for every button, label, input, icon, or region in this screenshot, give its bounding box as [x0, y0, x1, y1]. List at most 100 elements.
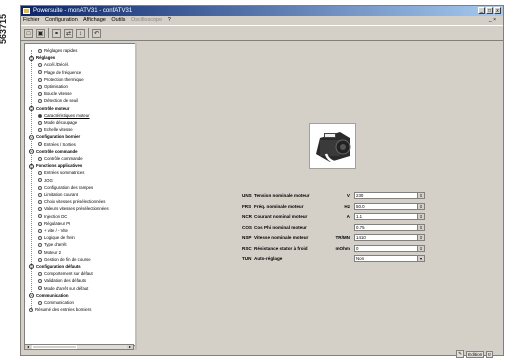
tree-item[interactable]: Echelle vitesse	[38, 126, 73, 133]
radio-node-icon	[38, 250, 42, 255]
tree-item[interactable]: Mode découpage	[38, 119, 77, 126]
scroll-left-arrow-icon[interactable]: ◂	[25, 345, 31, 349]
menu-affichage[interactable]: Affichage	[83, 17, 106, 23]
edit-mode-indicator[interactable]: ✎ Edition tr	[456, 350, 493, 358]
menu-fichier[interactable]: Fichier	[23, 17, 40, 23]
maximize-button[interactable]: □	[486, 7, 493, 14]
tree-item[interactable]: Contrôle commande	[38, 155, 83, 162]
tree-item-label: Validation des défauts	[44, 278, 86, 284]
menu-help[interactable]: ?	[168, 17, 171, 23]
tree-item[interactable]: Logique de frein	[38, 234, 75, 241]
spin-arrows-icon[interactable]: ⇕	[417, 224, 424, 230]
parameter-value-field[interactable]: 0.75 ⇕	[354, 223, 425, 231]
tree-item[interactable]: Comportement sur défaut	[38, 270, 93, 277]
menu-oscilloscope[interactable]: Oscilloscope	[131, 17, 162, 23]
parameter-select[interactable]: Non ▾	[354, 255, 425, 262]
tree-item[interactable]: + vite / - Vite	[38, 227, 68, 234]
parameter-value-field[interactable]: 0 ⇕	[354, 244, 425, 252]
open-icon[interactable]: ▣	[36, 28, 45, 38]
tree-group[interactable]: Fonctions applicatives	[29, 162, 82, 169]
parameter-value: 50.0	[356, 203, 365, 209]
tree-item[interactable]: Injection DC	[38, 213, 67, 220]
parameter-value: Non	[356, 256, 365, 261]
close-button[interactable]: x	[494, 7, 501, 14]
radio-node-icon	[38, 185, 42, 190]
tree-item[interactable]: Réglages rapides	[38, 47, 77, 54]
parameter-value-field[interactable]: 1410 ⇕	[354, 234, 425, 241]
radio-node-icon	[38, 279, 42, 284]
parameter-value-field[interactable]: 50.0 ⇕	[354, 202, 425, 210]
parameter-value: 230	[356, 193, 364, 198]
tree-item[interactable]: Détection de seuil	[38, 97, 78, 104]
tree-group[interactable]: Contrôle moteur	[29, 105, 69, 112]
spin-arrows-icon[interactable]: ⇕	[417, 203, 424, 209]
tree-item[interactable]: Entrées sommatrices	[38, 169, 84, 176]
tree-item[interactable]: Type d'arrêt	[38, 241, 67, 248]
tree-item[interactable]: Caractéristiques moteur	[38, 112, 90, 119]
menu-outils[interactable]: Outils	[111, 17, 125, 23]
tree-item-label: Contrôle commande	[36, 148, 78, 154]
scroll-right-arrow-icon[interactable]: ▸	[127, 345, 133, 349]
tree-item[interactable]: Validation des défauts	[38, 277, 86, 284]
mdi-controls[interactable]: _ ×	[489, 16, 496, 25]
tree-item[interactable]: Valeurs vitesses présélectionnées	[38, 205, 109, 212]
parameter-name: Fréq. nominale moteur	[254, 203, 304, 209]
status-bar: ✎ Edition tr	[21, 350, 503, 358]
tree-item[interactable]: Entrées / Sorties	[38, 141, 76, 148]
parameter-value-field[interactable]: 230 ⇕	[354, 192, 425, 199]
parameter-name: Cos Phi nominal moteur	[254, 224, 307, 230]
new-icon[interactable]: □	[24, 28, 33, 38]
radio-node-icon	[38, 84, 42, 89]
tree-group[interactable]: Communication	[29, 292, 68, 299]
radio-node-icon	[38, 77, 42, 82]
application-window: Powersuite - monATV31 - confATV31 _ □ x …	[20, 5, 504, 358]
menu-configuration[interactable]: Configuration	[45, 17, 78, 23]
menu-bar: Fichier Configuration Affichage Outils O…	[21, 16, 503, 25]
scroll-thumb[interactable]	[32, 345, 77, 349]
tree-group[interactable]: Configuration défauts	[29, 263, 81, 270]
minimize-button[interactable]: _	[478, 7, 485, 14]
tree-item[interactable]: Plage de fréquence	[38, 69, 81, 76]
parameter-value-field[interactable]: 1.1 ⇕	[354, 213, 425, 220]
tree-item[interactable]: Communication	[38, 299, 74, 306]
tree-group[interactable]: Réglages	[29, 54, 55, 61]
spin-arrows-icon[interactable]: ⇕	[417, 245, 424, 251]
tree-item-label: Optimisation	[44, 84, 68, 89]
connect-icon[interactable]: ⚭	[52, 28, 61, 38]
tree-item[interactable]: Accél./Décél.	[38, 61, 69, 68]
figure-reference-text: 563715	[0, 13, 9, 45]
navigation-tree[interactable]: Réglages rapides Réglages Accél./Décél. Pla…	[24, 43, 136, 346]
tree-item[interactable]: Résumé des entrées borniers	[29, 306, 91, 313]
tree-group[interactable]: Configuration bornier	[29, 133, 80, 140]
title-bar[interactable]: Powersuite - monATV31 - confATV31 _ □ x	[21, 6, 503, 16]
tree-item[interactable]: Gestion de fin de course	[38, 256, 91, 263]
tree-item-label: + vite / - Vite	[44, 228, 68, 233]
tree-item[interactable]: Optimisation	[38, 83, 68, 90]
tree-item[interactable]: Mode d'arrêt sur défaut	[38, 285, 88, 292]
tree-item[interactable]: Moteur 2	[38, 249, 61, 256]
transfer-icon[interactable]: ⇄	[64, 28, 73, 38]
toolbar: □ ▣ ⚭ ⇄ ↕ ↶	[21, 25, 503, 41]
tree-item[interactable]: Boucle vitesse	[38, 90, 72, 97]
edit-label[interactable]: Edition	[466, 350, 485, 358]
dropdown-arrow-icon[interactable]: ▾	[417, 256, 424, 261]
spin-arrows-icon[interactable]: ⇕	[417, 235, 424, 240]
motor-illustration	[309, 123, 356, 169]
tree-item-label: Protection thermique	[44, 76, 84, 82]
spin-arrows-icon[interactable]: ⇕	[417, 193, 424, 198]
radio-node-icon	[38, 99, 42, 104]
tree-item-label: JOG	[44, 177, 53, 183]
motor-icon	[310, 124, 355, 168]
spin-arrows-icon[interactable]: ⇕	[417, 214, 424, 219]
tree-item[interactable]: Choix vitesses présélectionnées	[38, 198, 105, 205]
compare-icon[interactable]: ↕	[76, 28, 85, 38]
tree-item[interactable]: Configuration des rampes	[38, 184, 93, 191]
tree-item[interactable]: JOG	[38, 177, 53, 184]
undo-icon[interactable]: ↶	[92, 28, 101, 38]
parameter-row: RSC Résistance stator à froid mOhm 0 ⇕	[242, 244, 427, 253]
parameter-unit: V	[346, 193, 350, 198]
tree-item[interactable]: Protection thermique	[38, 76, 84, 83]
tree-group[interactable]: Contrôle commande	[29, 148, 78, 155]
tree-item[interactable]: Limitation courant	[38, 191, 78, 198]
tree-item[interactable]: Régulateur PI	[38, 220, 70, 227]
